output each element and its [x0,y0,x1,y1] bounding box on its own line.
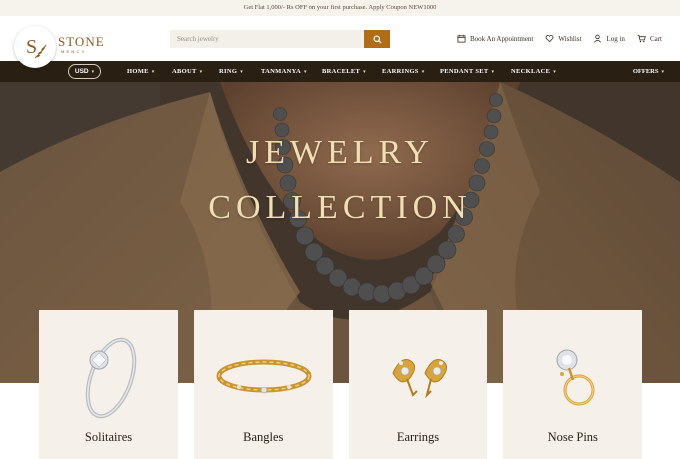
nav-item-pendant-set[interactable]: PENDANT SET ▾ [440,68,511,75]
logo-mark-icon: S [26,36,47,59]
nav-item-about[interactable]: ABOUT ▾ [172,68,219,75]
bracelet-icon [216,359,312,394]
promo-text: Get Flat 1,000/- Rs OFF on your first pu… [243,4,437,11]
chevron-down-icon: ▾ [303,68,307,75]
heart-icon [545,35,554,43]
nav-item-necklace[interactable]: NECKLACE ▾ [511,68,561,75]
category-label: Solitaires [84,430,133,444]
chevron-down-icon: ▾ [240,68,243,75]
category-cards: Solitaires Bangles Earrings Nose Pins [39,310,642,459]
chevron-down-icon: ▾ [553,68,557,75]
cart-icon [637,34,646,43]
nav-item-home[interactable]: HOME ▾ [127,68,172,75]
login-link[interactable]: Log in [593,34,625,43]
nav-item-earrings[interactable]: EARRINGS ▾ [382,68,440,75]
category-label: Earrings [396,430,440,444]
category-card-bangles[interactable]: Bangles [193,310,333,459]
chevron-down-icon: ▾ [91,68,95,75]
header: S STONE MENCY Book An Appointme [0,16,680,68]
chevron-down-icon: ▾ [199,68,203,75]
promo-bar: Get Flat 1,000/- Rs OFF on your first pu… [0,0,680,16]
login-label: Log in [606,34,625,43]
nav-item-ring[interactable]: RING ▾ [219,68,261,75]
nose-pin-icon [556,349,595,406]
cart-link[interactable]: Cart [637,34,662,43]
currency-label: USD [74,68,89,75]
earrings-icon [391,359,447,399]
category-card-nose-pins[interactable]: Nose Pins [503,310,642,459]
search-bar [170,30,390,48]
nav-items: HOME ▾ ABOUT ▾ RING ▾ TANMANYA ▾ BRACELE… [127,61,561,82]
calendar-icon [457,34,466,43]
cart-label: Cart [649,34,662,43]
nav-item-label: TANMANYA [261,68,301,75]
nav-item-offers[interactable]: OFFERS ▾ [633,61,664,82]
nav-item-label: RING [219,68,238,75]
category-card-solitaires[interactable]: Solitaires [39,310,178,459]
user-icon [594,34,602,43]
search-input[interactable] [170,30,364,48]
book-appointment-link[interactable]: Book An Appointment [457,34,533,43]
chevron-down-icon: ▾ [421,68,425,75]
nav-item-label: HOME [127,68,149,75]
nav-item-label: OFFERS [632,68,659,75]
category-label: Bangles [243,430,284,444]
nav-item-label: EARRINGS [382,68,419,75]
logo[interactable]: S [14,26,56,68]
nav-item-tanmanya[interactable]: TANMANYA ▾ [261,68,322,75]
nav-item-label: ABOUT [172,68,197,75]
main-nav: USD ▾ HOME ▾ ABOUT ▾ RING ▾ TANMANYA ▾ B… [0,61,680,82]
wishlist-link[interactable]: Wishlist [545,34,581,43]
ring-icon [85,337,137,419]
chevron-down-icon: ▾ [151,68,155,75]
nav-item-label: PENDANT SET [440,68,489,75]
nav-item-label: NECKLACE [511,68,551,75]
hero-title-line1: JEWELRY [246,134,434,171]
brand-text[interactable]: STONE MENCY [58,35,105,54]
svg-text:S: S [26,36,37,58]
header-links: Book An Appointment Wishlist Log in Cart [457,16,662,61]
chevron-down-icon: ▾ [661,68,664,75]
category-card-earrings[interactable]: Earrings [348,310,488,459]
category-label: Nose Pins [547,430,598,444]
hero-title-line2: COLLECTION [208,189,472,226]
chevron-down-icon: ▾ [363,68,366,75]
search-button[interactable] [364,30,390,48]
nav-item-label: BRACELET [322,68,361,75]
brand-name: STONE [58,34,105,49]
wishlist-label: Wishlist [558,34,582,43]
brand-subtitle: MENCY [61,49,87,54]
chevron-down-icon: ▾ [491,68,495,75]
currency-selector[interactable]: USD ▾ [68,64,101,79]
book-appointment-label: Book An Appointment [469,34,534,43]
search-icon [372,34,382,44]
nav-item-bracelet[interactable]: BRACELET ▾ [322,68,382,75]
